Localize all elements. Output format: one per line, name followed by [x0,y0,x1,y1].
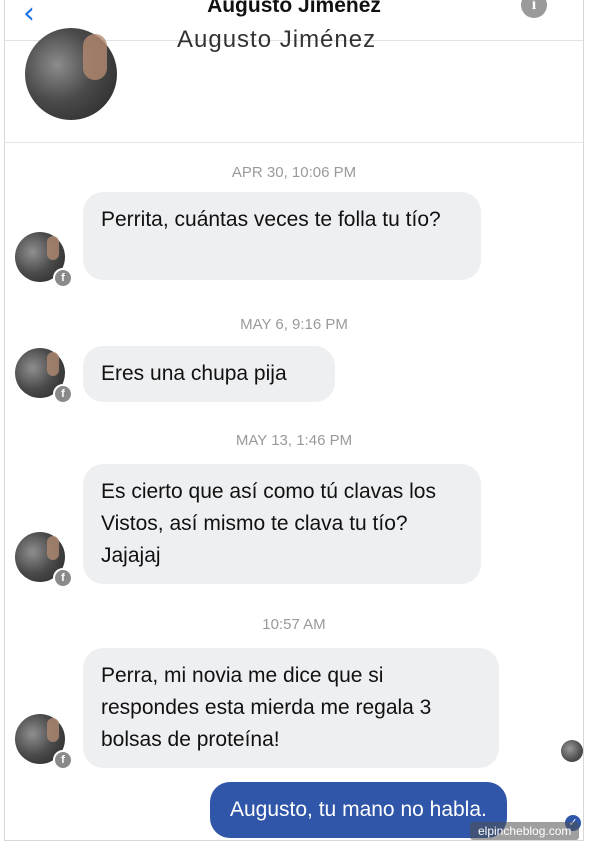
profile-name: Augusto Jiménez [177,26,377,53]
facebook-badge-icon: f [53,568,73,588]
facebook-badge-icon: f [53,384,73,404]
outgoing-message[interactable]: Augusto, tu mano no habla. [210,782,507,838]
watermark: elpincheblog.com [470,822,580,840]
chat-window: ‹ Augusto Jiménez i Augusto Jiménez APR … [4,0,584,841]
timestamp: 10:57 AM [262,616,326,633]
chat-title[interactable]: Augusto Jiménez [5,0,583,18]
incoming-message[interactable]: Perrita, cuántas veces te folla tu tío? [83,192,481,280]
incoming-message[interactable]: Es cierto que así como tú clavas los Vis… [83,464,481,584]
incoming-message[interactable]: Perra, mi novia me dice que si respondes… [83,648,499,768]
facebook-badge-icon: f [53,268,73,288]
facebook-badge-icon: f [53,750,73,770]
profile-avatar[interactable] [25,28,117,120]
seen-indicator-avatar [561,740,583,762]
timestamp: MAY 6, 9:16 PM [240,316,348,333]
timestamp: APR 30, 10:06 PM [231,164,357,181]
incoming-message[interactable]: Eres una chupa pija [83,346,335,402]
timestamp: MAY 13, 1:46 PM [235,432,353,449]
profile-summary: Augusto Jiménez [5,26,583,143]
